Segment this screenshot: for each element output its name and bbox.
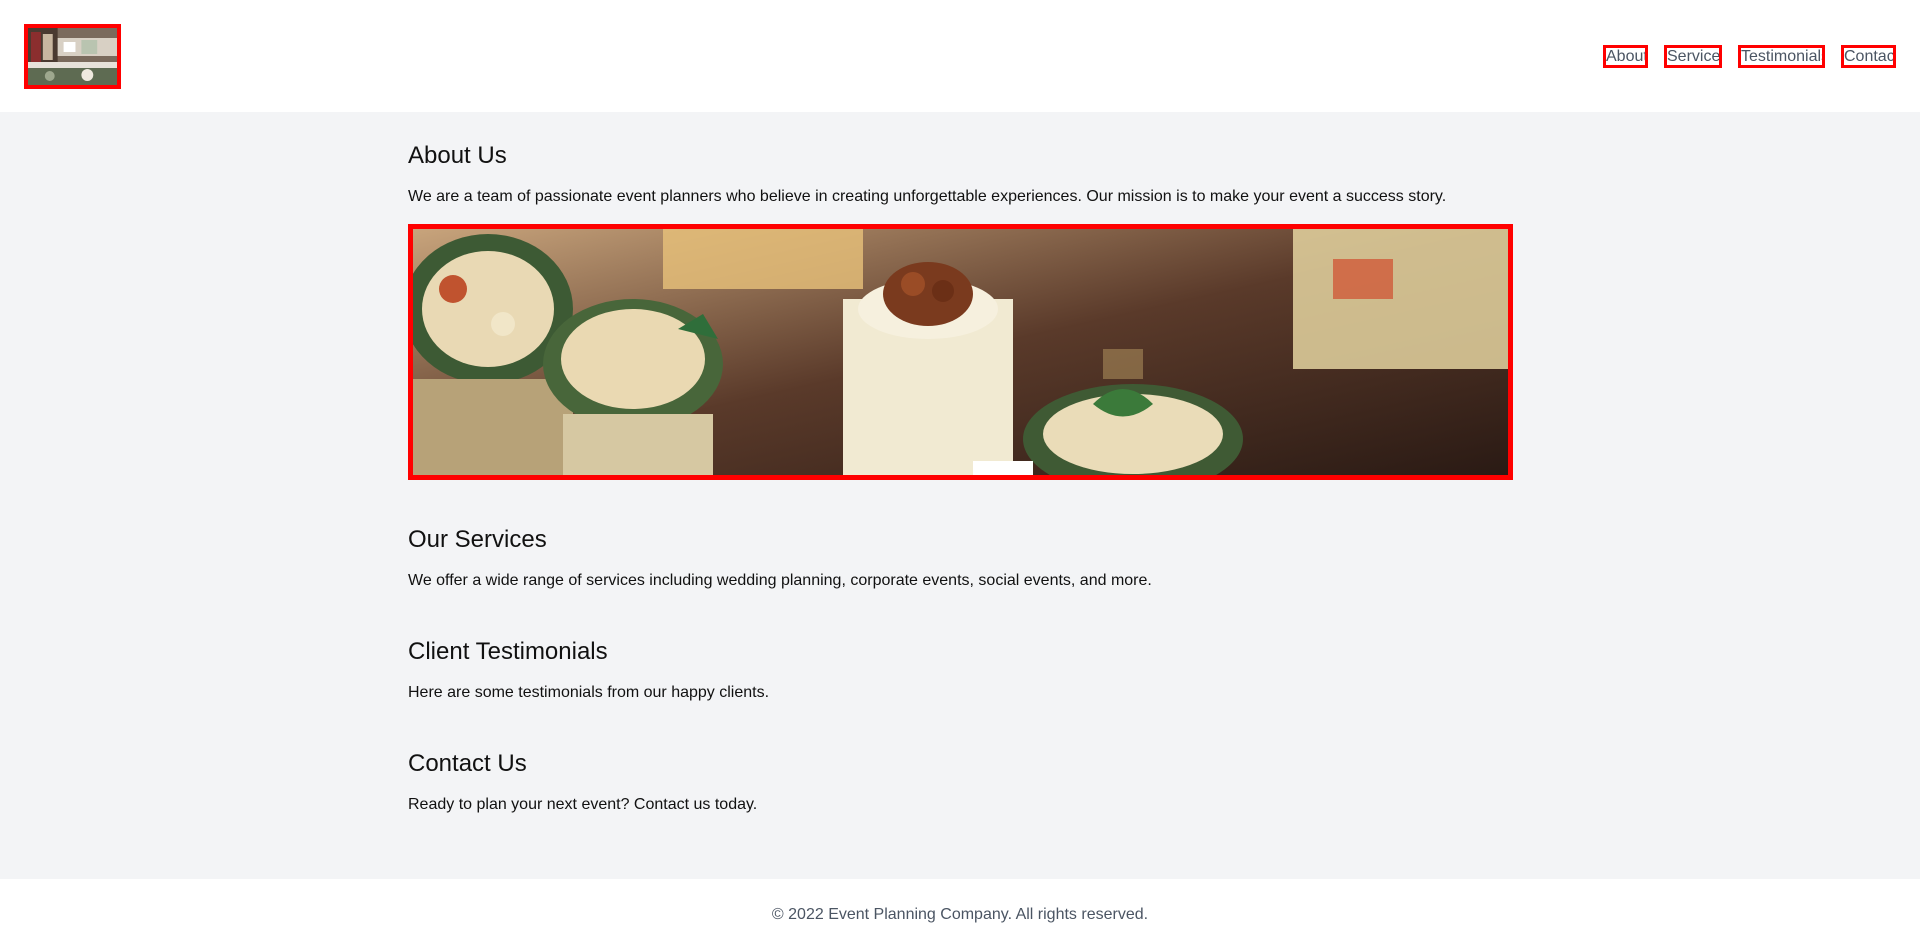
catering-appetizers-photo-icon: [413, 229, 1508, 475]
testimonials-text: Here are some testimonials from our happ…: [408, 684, 770, 701]
copyright-text: © 2022 Event Planning Company. All right…: [771, 906, 1149, 923]
nav-link-about[interactable]: About: [1603, 45, 1648, 68]
site-footer: © 2022 Event Planning Company. All right…: [0, 879, 1920, 952]
contact-text: Ready to plan your next event? Contact u…: [408, 796, 758, 813]
testimonials-title: Client Testimonials: [408, 638, 608, 665]
nav-link-contact[interactable]: Contact: [1841, 45, 1896, 68]
services-text: We offer a wide range of services includ…: [408, 572, 1152, 589]
about-title: About Us: [408, 142, 507, 169]
contact-title: Contact Us: [408, 750, 527, 777]
nav-link-services[interactable]: Services: [1664, 45, 1722, 68]
logo-image[interactable]: [24, 24, 121, 89]
site-header: About Services Testimonials Contact: [0, 0, 1920, 112]
about-hero-image[interactable]: [408, 224, 1513, 480]
services-title: Our Services: [408, 526, 547, 553]
event-table-photo-icon: [28, 28, 117, 85]
nav-link-testimonials[interactable]: Testimonials: [1738, 45, 1825, 68]
main-nav: About Services Testimonials Contact: [1603, 45, 1896, 68]
about-text: We are a team of passionate event planne…: [408, 188, 1447, 205]
